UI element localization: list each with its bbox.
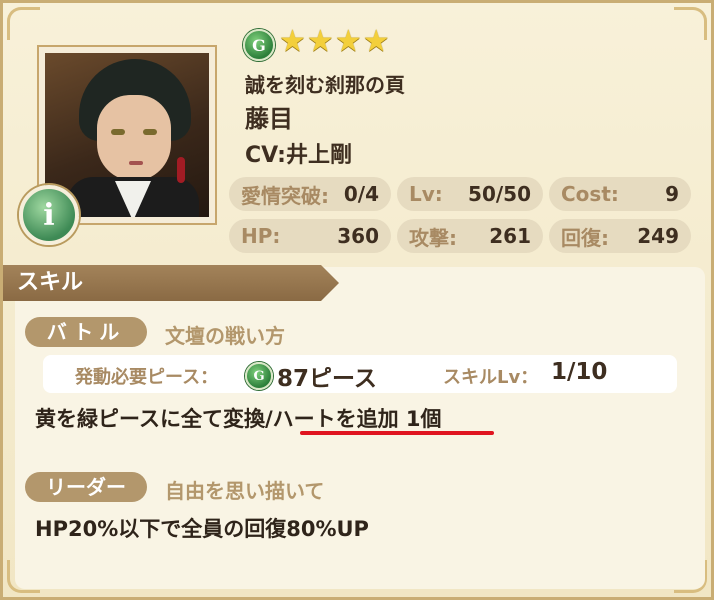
stat-hp: HP: 360 <box>229 219 391 253</box>
effect-text: 黄を緑ピースに全て変換/ <box>35 407 273 431</box>
required-pieces-label: 発動必要ピース： <box>75 367 219 388</box>
battle-skill-name: 文壇の戦い方 <box>165 324 285 348</box>
stat-level: Lv: 50/50 <box>397 177 543 211</box>
stat-label: 回復: <box>561 225 609 250</box>
required-pieces-value: 87ピース <box>277 366 377 392</box>
star-icon: ★ <box>279 24 306 59</box>
card-title: 誠を刻む刹那の頁 <box>245 73 405 97</box>
highlight-underline <box>300 431 494 435</box>
stat-value: 249 <box>637 224 679 248</box>
portrait-earring <box>177 157 185 183</box>
portrait-eye <box>111 129 125 135</box>
star-icon: ★ <box>362 24 390 59</box>
star-icon: ★ <box>334 24 362 59</box>
stat-label: HP: <box>241 224 281 248</box>
stat-value: 261 <box>489 224 531 248</box>
stat-value: 0/4 <box>343 182 379 206</box>
stat-cost: Cost: 9 <box>549 177 691 211</box>
stat-value: 360 <box>337 224 379 248</box>
frame-ornament <box>674 7 707 40</box>
skill-level-label: スキルLv： <box>443 367 539 388</box>
stat-affection: 愛情突破: 0/4 <box>229 177 391 211</box>
leader-skill-name: 自由を思い描いて <box>165 479 325 503</box>
stat-value: 50/50 <box>468 182 531 206</box>
character-card: i G ★ ★ ★ ★ 誠を刻む刹那の頁 藤目 CV:井上剛 愛情突破: 0/4… <box>0 0 714 600</box>
battle-skill-tag: バトル <box>25 317 147 347</box>
stat-label: 攻撃: <box>409 225 457 250</box>
stat-value: 9 <box>665 182 679 206</box>
rarity-g-badge-icon: G <box>243 29 275 61</box>
skill-section-header: スキル <box>3 265 339 301</box>
info-button[interactable]: i <box>19 185 79 245</box>
character-name: 藤目 <box>245 105 293 133</box>
stat-label: 愛情突破: <box>241 183 329 208</box>
portrait-face <box>97 95 171 181</box>
stat-attack: 攻撃: 261 <box>397 219 543 253</box>
battle-skill-effect: 黄を緑ピースに全て変換/ハートを追加 1個 <box>35 403 442 433</box>
star-icon: ★ <box>306 24 334 59</box>
voice-actor: CV:井上剛 <box>245 143 352 168</box>
stat-recovery: 回復: 249 <box>549 219 691 253</box>
leader-skill-tag: リーダー <box>25 472 147 502</box>
skill-level-value: 1/10 <box>551 359 608 385</box>
rarity-stars: ★ ★ ★ ★ <box>279 25 390 59</box>
portrait-eye <box>143 129 157 135</box>
frame-ornament <box>7 7 40 40</box>
stat-label: Cost: <box>561 182 619 206</box>
g-piece-icon: G <box>245 362 273 390</box>
portrait-mouth <box>129 161 143 165</box>
effect-highlight: ハートを追加 1個 <box>272 407 442 431</box>
stat-label: Lv: <box>409 182 443 206</box>
leader-skill-effect: HP20%以下で全員の回復80%UP <box>35 517 369 541</box>
